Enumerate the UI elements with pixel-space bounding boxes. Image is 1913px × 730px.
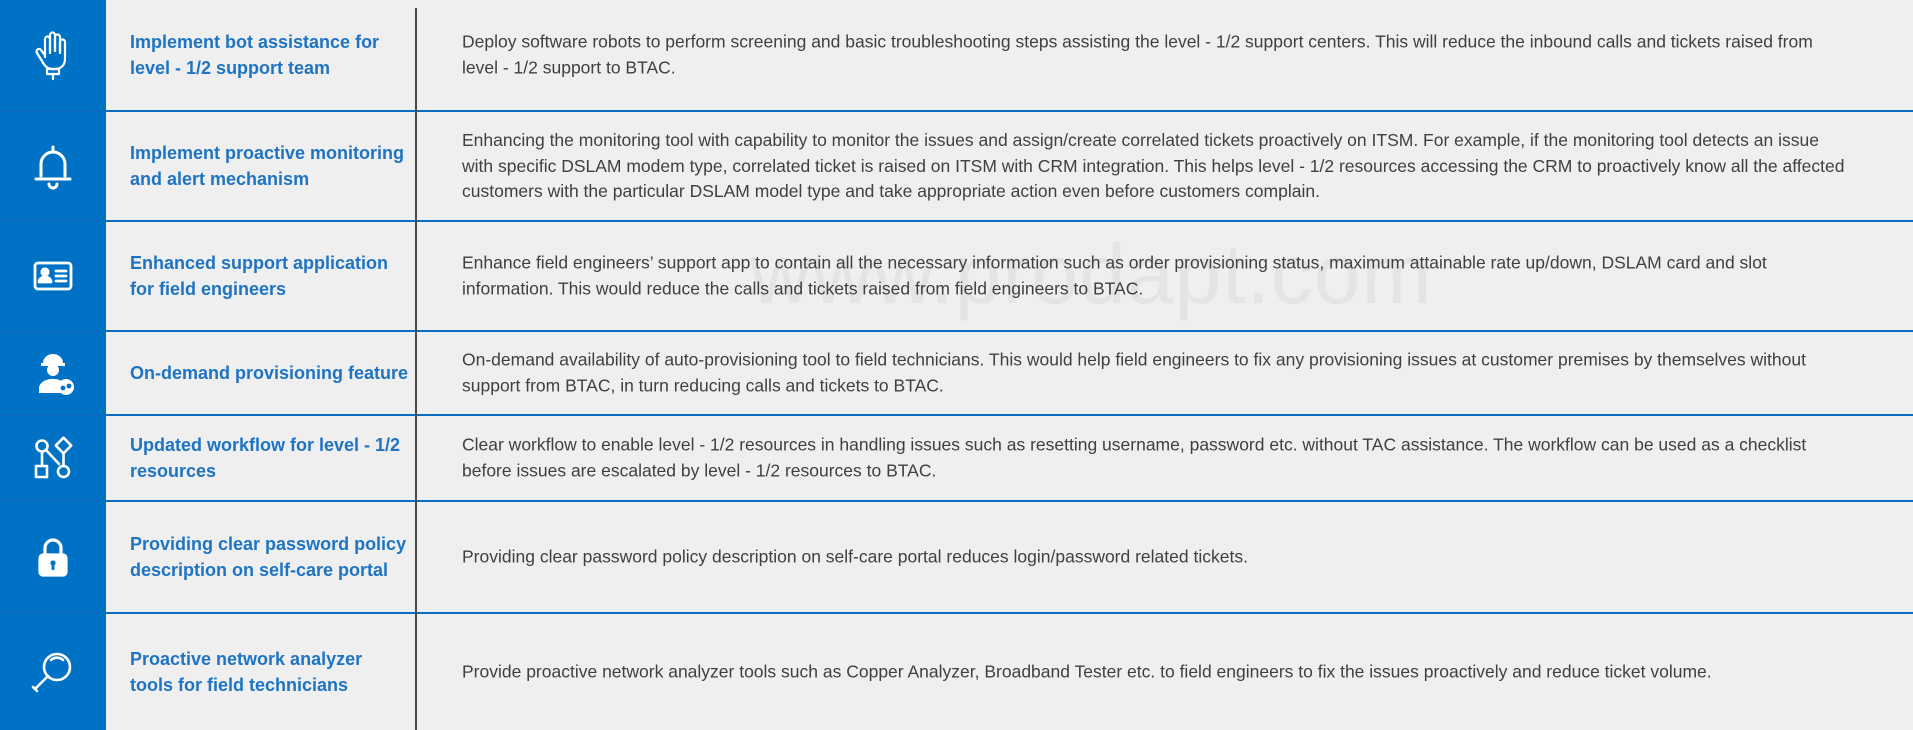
magnifier-icon xyxy=(0,614,106,730)
row-title: Proactive network analyzer tools for fie… xyxy=(130,649,363,695)
row-description: Provide proactive network analyzer tools… xyxy=(462,661,1712,682)
table-row: Providing clear password policy descript… xyxy=(0,502,1913,614)
row-description: Deploy software robots to perform screen… xyxy=(462,31,1813,78)
row-title: Enhanced support application for field e… xyxy=(130,253,389,299)
table-row: Updated workflow for level - 1/2 resourc… xyxy=(0,416,1913,502)
padlock-icon xyxy=(0,502,106,612)
row-title: On-demand provisioning feature xyxy=(130,363,409,383)
row-description: Enhancing the monitoring tool with capab… xyxy=(462,129,1845,201)
row-description: Enhance field engineers’ support app to … xyxy=(462,252,1767,299)
table-row: Proactive network analyzer tools for fie… xyxy=(0,614,1913,730)
row-title: Providing clear password policy descript… xyxy=(130,534,407,580)
id-card-icon xyxy=(0,222,106,330)
row-title: Implement proactive monitoring and alert… xyxy=(130,143,405,189)
row-title: Updated workflow for level - 1/2 resourc… xyxy=(130,435,401,481)
row-description: On-demand availability of auto-provision… xyxy=(462,349,1806,396)
row-description: Clear workflow to enable level - 1/2 res… xyxy=(462,434,1807,481)
column-divider xyxy=(415,8,417,730)
robot-hand-icon xyxy=(0,0,106,110)
table-row: Enhanced support application for field e… xyxy=(0,222,1913,332)
table-row: On-demand provisioning feature On-demand… xyxy=(0,332,1913,416)
workflow-icon xyxy=(0,416,106,500)
table-row: Implement proactive monitoring and alert… xyxy=(0,112,1913,222)
row-title: Implement bot assistance for level - 1/2… xyxy=(130,32,380,78)
row-description: Providing clear password policy descript… xyxy=(462,546,1248,567)
table-row: Implement bot assistance for level - 1/2… xyxy=(0,0,1913,112)
solutions-table: www.prodapt.com Implement bot assistance… xyxy=(0,0,1913,730)
engineer-gear-icon xyxy=(0,332,106,414)
bell-icon xyxy=(0,112,106,220)
